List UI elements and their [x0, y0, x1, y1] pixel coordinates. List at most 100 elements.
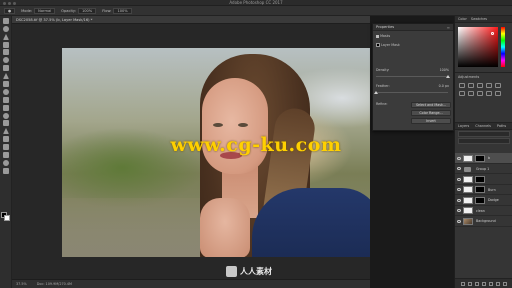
tab-layers[interactable]: Layers	[458, 124, 469, 128]
mode-control[interactable]: Mode: Normal	[21, 7, 56, 14]
eyedropper-tool-icon[interactable]	[2, 57, 9, 64]
blend-mode-select[interactable]	[458, 138, 510, 144]
gradient-tool-icon[interactable]	[2, 104, 9, 111]
zoom-tool-icon[interactable]	[2, 167, 9, 174]
feather-slider[interactable]	[376, 92, 448, 93]
layer-mask-thumbnail[interactable]	[475, 175, 485, 183]
lasso-tool-icon[interactable]	[2, 33, 9, 40]
link-layers-icon[interactable]	[461, 281, 465, 286]
layer-row[interactable]: Dodge	[455, 195, 512, 206]
density-value[interactable]: 100%	[440, 68, 449, 72]
zoom-level[interactable]: 37.5%	[16, 282, 27, 286]
mode-select[interactable]: Normal	[34, 7, 56, 14]
document-tab-title: DSC2058.tif @ 37.5% (b, Layer Mask/16) *	[16, 18, 93, 22]
curves-icon[interactable]	[477, 83, 483, 88]
visibility-eye-icon[interactable]	[457, 198, 461, 202]
hue-slider[interactable]	[501, 27, 505, 67]
trash-icon[interactable]	[503, 281, 507, 286]
invert-button[interactable]: Invert	[411, 118, 451, 124]
select-and-mask-button[interactable]: Select and Mask...	[411, 102, 451, 108]
properties-panel: Properties ≡ Masks Layer Mask Density: 1…	[372, 23, 454, 131]
layer-mask-thumbnail[interactable]	[475, 186, 485, 193]
tab-color[interactable]: Color	[458, 17, 467, 21]
adjustments-panel: Adjustments	[455, 72, 512, 120]
color-range-button[interactable]: Color Range...	[411, 110, 451, 116]
crop-tool-icon[interactable]	[2, 49, 9, 56]
properties-header[interactable]: Properties ≡	[373, 24, 453, 31]
folder-icon	[464, 166, 471, 172]
dodge-tool-icon[interactable]	[2, 120, 9, 127]
exposure-icon[interactable]	[486, 83, 492, 88]
opacity-control[interactable]: Opacity: 100%	[61, 7, 97, 14]
color-picker-marker[interactable]	[491, 32, 494, 35]
add-mask-icon[interactable]	[475, 281, 479, 286]
layer-thumbnail	[463, 154, 473, 162]
healing-brush-tool-icon[interactable]	[2, 65, 9, 72]
levels-icon[interactable]	[468, 83, 474, 88]
new-group-icon[interactable]	[489, 281, 493, 286]
feather-slider-thumb[interactable]	[374, 91, 378, 94]
adjustments-grid	[455, 81, 512, 98]
eraser-tool-icon[interactable]	[2, 96, 9, 103]
hand-tool-icon[interactable]	[2, 159, 9, 166]
hue-saturation-icon[interactable]	[459, 91, 465, 96]
layer-group-row[interactable]: Group 1	[455, 164, 512, 174]
flow-control[interactable]: Flow: 100%	[102, 7, 132, 14]
visibility-eye-icon[interactable]	[457, 209, 461, 212]
tool-preset-picker[interactable]: ●	[4, 7, 16, 14]
adjustments-title: Adjustments	[458, 75, 480, 79]
tab-channels[interactable]: Channels	[475, 124, 491, 128]
layer-mask-thumbnail	[376, 43, 380, 47]
layer-row[interactable]	[455, 174, 512, 185]
document-size: Doc: 109.9M/270.4M	[36, 282, 72, 286]
visibility-eye-icon[interactable]	[457, 167, 461, 170]
layer-style-icon[interactable]	[468, 281, 472, 286]
quick-select-tool-icon[interactable]	[2, 41, 9, 48]
layer-mask-thumbnail[interactable]	[475, 154, 485, 162]
brightness-contrast-icon[interactable]	[459, 83, 465, 88]
visibility-eye-icon[interactable]	[457, 156, 461, 160]
layer-row[interactable]: clean	[455, 206, 512, 216]
refine-label: Refine:	[376, 102, 388, 106]
adjustment-layer-icon[interactable]	[482, 281, 486, 286]
color-balance-icon[interactable]	[468, 91, 474, 96]
feather-value[interactable]: 0.0 px	[439, 84, 449, 88]
layer-thumbnail	[463, 207, 473, 214]
tab-paths[interactable]: Paths	[497, 124, 506, 128]
new-layer-icon[interactable]	[496, 281, 500, 286]
vibrance-icon[interactable]	[495, 83, 501, 88]
watermark-text: www.cg-ku.com	[170, 134, 342, 156]
brush-tool-icon[interactable]	[2, 73, 9, 80]
layers-footer	[455, 278, 512, 288]
visibility-eye-icon[interactable]	[457, 219, 461, 223]
flow-input[interactable]: 100%	[113, 7, 132, 14]
marquee-tool-icon[interactable]	[2, 25, 9, 32]
layer-mask-row[interactable]: Layer Mask	[376, 43, 400, 47]
blur-tool-icon[interactable]	[2, 112, 9, 119]
document-tab[interactable]: DSC2058.tif @ 37.5% (b, Layer Mask/16) *	[12, 16, 370, 24]
black-white-icon[interactable]	[477, 91, 483, 96]
right-dock: Color Swatches Adjustments Layers Channe…	[454, 16, 512, 288]
channel-mixer-icon[interactable]	[495, 91, 501, 96]
layer-mask-thumbnail[interactable]	[475, 196, 485, 204]
background-color-swatch[interactable]	[4, 215, 10, 221]
visibility-eye-icon[interactable]	[457, 188, 461, 191]
watermark-logo-icon	[226, 266, 237, 277]
history-brush-tool-icon[interactable]	[2, 88, 9, 95]
layer-row[interactable]: Burn	[455, 185, 512, 195]
photo-right-eye	[238, 123, 248, 127]
layer-filter-select[interactable]	[458, 131, 510, 137]
layer-row[interactable]: b	[455, 153, 512, 164]
density-slider[interactable]	[376, 76, 448, 77]
tab-swatches[interactable]: Swatches	[471, 17, 487, 21]
panel-menu-icon[interactable]: ≡	[447, 24, 450, 31]
clone-stamp-tool-icon[interactable]	[2, 81, 9, 88]
photo-hand	[200, 198, 250, 257]
layer-row[interactable]: Background	[455, 216, 512, 227]
move-tool-icon[interactable]	[2, 17, 9, 24]
opacity-input[interactable]: 100%	[77, 7, 97, 14]
visibility-eye-icon[interactable]	[457, 177, 461, 181]
density-slider-thumb[interactable]	[446, 75, 450, 78]
photo-filter-icon[interactable]	[486, 91, 492, 96]
layers-panel-tabs: Layers Channels Paths	[455, 122, 512, 130]
